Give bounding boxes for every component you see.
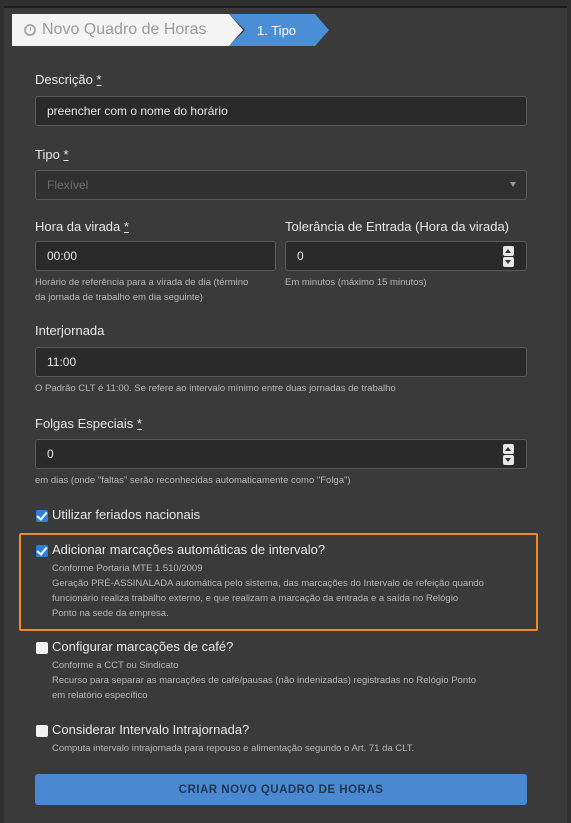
interjornada-label: Interjornada: [35, 323, 105, 338]
interjornada-help: O Padrão CLT é 11:00. Se refere ao inter…: [35, 383, 396, 394]
stepper-up-icon[interactable]: [503, 444, 514, 454]
breadcrumb: Novo Quadro de Horas 1. Tipo: [8, 10, 568, 46]
tipo-label: Tipo *: [35, 147, 69, 162]
tipo-select[interactable]: Flexível: [35, 170, 527, 200]
intrajornada-checkbox[interactable]: [36, 725, 48, 737]
feriados-label: Utilizar feriados nacionais: [52, 507, 201, 522]
breadcrumb-arrow: [229, 14, 243, 46]
breadcrumb-step-arrow: [315, 14, 329, 46]
folgas-label: Folgas Especiais *: [35, 416, 142, 431]
cafe-checkbox[interactable]: [36, 642, 48, 654]
tolerancia-stepper[interactable]: [503, 246, 514, 267]
intervalo-help: Conforme Portaria MTE 1.510/2009 Geração…: [52, 563, 484, 619]
tolerancia-label: Tolerância de Entrada (Hora da virada): [285, 219, 510, 234]
hora-virada-input[interactable]: 00:00: [35, 241, 276, 271]
folgas-stepper[interactable]: [503, 444, 514, 465]
interjornada-input[interactable]: 11:00: [35, 347, 527, 377]
intervalo-label: Adicionar marcações automáticas de inter…: [52, 542, 326, 557]
intrajornada-label: Considerar Intervalo Intrajornada?: [52, 722, 250, 737]
folgas-input[interactable]: 0: [35, 439, 527, 469]
hora-virada-label: Hora da virada *: [35, 219, 129, 234]
breadcrumb-title-label: Novo Quadro de Horas: [42, 21, 207, 38]
folgas-help: em dias (onde "faltas" serão reconhecida…: [35, 475, 351, 486]
stepper-down-icon[interactable]: [503, 455, 514, 465]
hora-virada-help: Horário de referência para a virada de d…: [35, 277, 249, 303]
clock-icon: [24, 24, 36, 36]
chevron-down-icon: [510, 182, 516, 187]
descricao-label: Descrição *: [35, 72, 102, 87]
tolerancia-input[interactable]: 0: [285, 241, 527, 271]
tolerancia-help: Em minutos (máximo 15 minutos): [285, 277, 427, 288]
breadcrumb-step-label: 1. Tipo: [257, 22, 297, 38]
intrajornada-help: Computa intervalo intrajornada para repo…: [52, 743, 415, 754]
feriados-checkbox[interactable]: [36, 510, 48, 522]
stepper-up-icon[interactable]: [503, 246, 514, 256]
cafe-label: Configurar marcações de café?: [52, 639, 234, 654]
criar-quadro-button[interactable]: CRIAR NOVO QUADRO DE HORAS: [35, 774, 527, 805]
cafe-help: Conforme a CCT ou Sindicato Recurso para…: [52, 660, 477, 701]
stepper-down-icon[interactable]: [503, 257, 514, 267]
breadcrumb-title[interactable]: Novo Quadro de Horas: [12, 14, 232, 46]
descricao-input[interactable]: preencher com o nome do horário: [35, 96, 527, 126]
intervalo-checkbox[interactable]: [36, 545, 48, 557]
